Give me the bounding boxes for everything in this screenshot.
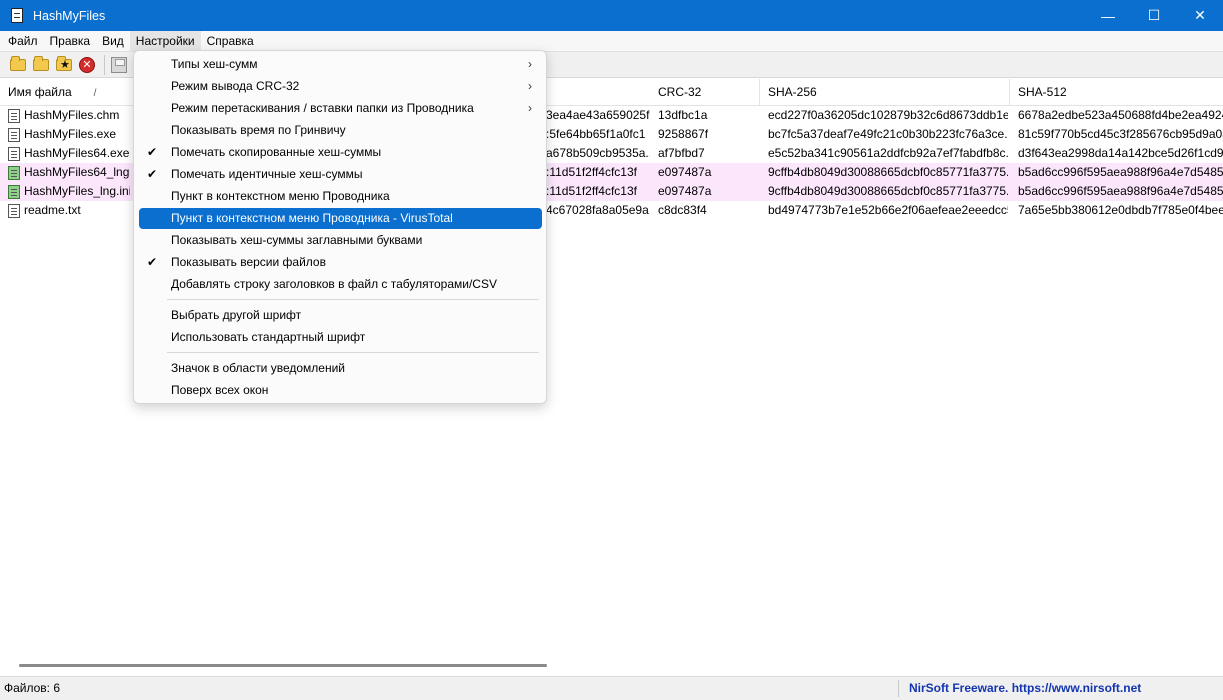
menu-settings[interactable]: Настройки <box>129 31 201 51</box>
open-folder-icon <box>10 55 26 71</box>
exe-file-icon <box>8 127 20 142</box>
add-files-button[interactable] <box>8 55 28 75</box>
menu-edit[interactable]: Правка <box>44 31 97 51</box>
menu-item-explorer-context[interactable]: Пункт в контекстном меню Проводника <box>139 186 542 207</box>
scrollbar-thumb[interactable] <box>19 664 547 667</box>
title-bar: HashMyFiles — ☐ ✕ <box>0 0 1223 31</box>
menu-file[interactable]: Файл <box>2 31 44 51</box>
checkmark-icon: ✔ <box>147 167 158 181</box>
column-sha256[interactable]: SHA-256 <box>760 79 1010 106</box>
exe-file-icon <box>8 146 20 161</box>
menu-bar: Файл Правка Вид Настройки Справка <box>0 31 1223 51</box>
folder-star-icon: ★ <box>56 55 72 71</box>
maximize-button[interactable]: ☐ <box>1131 0 1177 31</box>
column-crc32[interactable]: CRC-32 <box>650 79 760 106</box>
menu-item-explorer-context-virustotal[interactable]: Пункт в контекстном меню Проводника - Vi… <box>139 208 542 229</box>
window-title: HashMyFiles <box>33 8 106 23</box>
sort-indicator: / <box>93 88 97 99</box>
ini-file-icon <box>8 184 20 199</box>
menu-item-choose-font[interactable]: Выбрать другой шрифт <box>139 305 542 326</box>
toolbar-separator <box>104 54 105 75</box>
menu-help[interactable]: Справка <box>201 31 260 51</box>
menu-item-drag-drop-mode[interactable]: Режим перетаскивания / вставки папки из … <box>139 98 542 119</box>
settings-menu: Типы хеш-сумм › Режим вывода CRC-32 › Ре… <box>133 50 547 404</box>
add-folder-button[interactable] <box>31 55 51 75</box>
menu-separator <box>167 352 539 353</box>
status-bar: Файлов: 6 NirSoft Freeware. https://www.… <box>0 676 1223 700</box>
add-favorites-button[interactable]: ★ <box>54 55 74 75</box>
menu-item-hash-types[interactable]: Типы хеш-сумм › <box>139 54 542 75</box>
menu-item-add-header-line[interactable]: Добавлять строку заголовков в файл с таб… <box>139 274 542 295</box>
close-button[interactable]: ✕ <box>1177 0 1223 31</box>
nirsoft-link[interactable]: NirSoft Freeware. https://www.nirsoft.ne… <box>909 677 1141 699</box>
menu-item-tray-icon[interactable]: Значок в области уведомлений <box>139 358 542 379</box>
chevron-right-icon: › <box>528 101 532 115</box>
txt-file-icon <box>8 203 20 218</box>
save-icon <box>111 56 127 73</box>
horizontal-scrollbar[interactable] <box>0 657 1223 673</box>
checkmark-icon: ✔ <box>147 145 158 159</box>
chevron-right-icon: › <box>528 79 532 93</box>
window-controls: — ☐ ✕ <box>1085 0 1223 31</box>
minimize-button[interactable]: — <box>1085 0 1131 31</box>
menu-item-mark-identical[interactable]: ✔ Помечать идентичные хеш-суммы <box>139 164 542 185</box>
menu-view[interactable]: Вид <box>96 31 130 51</box>
menu-separator <box>167 299 539 300</box>
menu-item-always-on-top[interactable]: Поверх всех окон <box>139 380 542 401</box>
chm-file-icon <box>8 108 20 123</box>
app-icon <box>11 8 23 23</box>
menu-item-uppercase-hashes[interactable]: Показывать хеш-суммы заглавными буквами <box>139 230 542 251</box>
menu-item-mark-copied[interactable]: ✔ Помечать скопированные хеш-суммы <box>139 142 542 163</box>
ini-file-icon <box>8 165 20 180</box>
column-sha512[interactable]: SHA-512 <box>1010 79 1223 106</box>
stop-button[interactable]: ✕ <box>77 55 97 75</box>
file-count: Файлов: 6 <box>4 681 61 695</box>
checkmark-icon: ✔ <box>147 255 158 269</box>
menu-item-gmt-time[interactable]: Показывать время по Гринвичу <box>139 120 542 141</box>
menu-item-default-font[interactable]: Использовать стандартный шрифт <box>139 327 542 348</box>
stop-icon: ✕ <box>79 56 95 73</box>
folder-icon <box>33 55 49 71</box>
chevron-right-icon: › <box>528 57 532 71</box>
menu-item-crc32-mode[interactable]: Режим вывода CRC-32 › <box>139 76 542 97</box>
save-button[interactable] <box>109 55 129 75</box>
menu-item-show-versions[interactable]: ✔ Показывать версии файлов <box>139 252 542 273</box>
